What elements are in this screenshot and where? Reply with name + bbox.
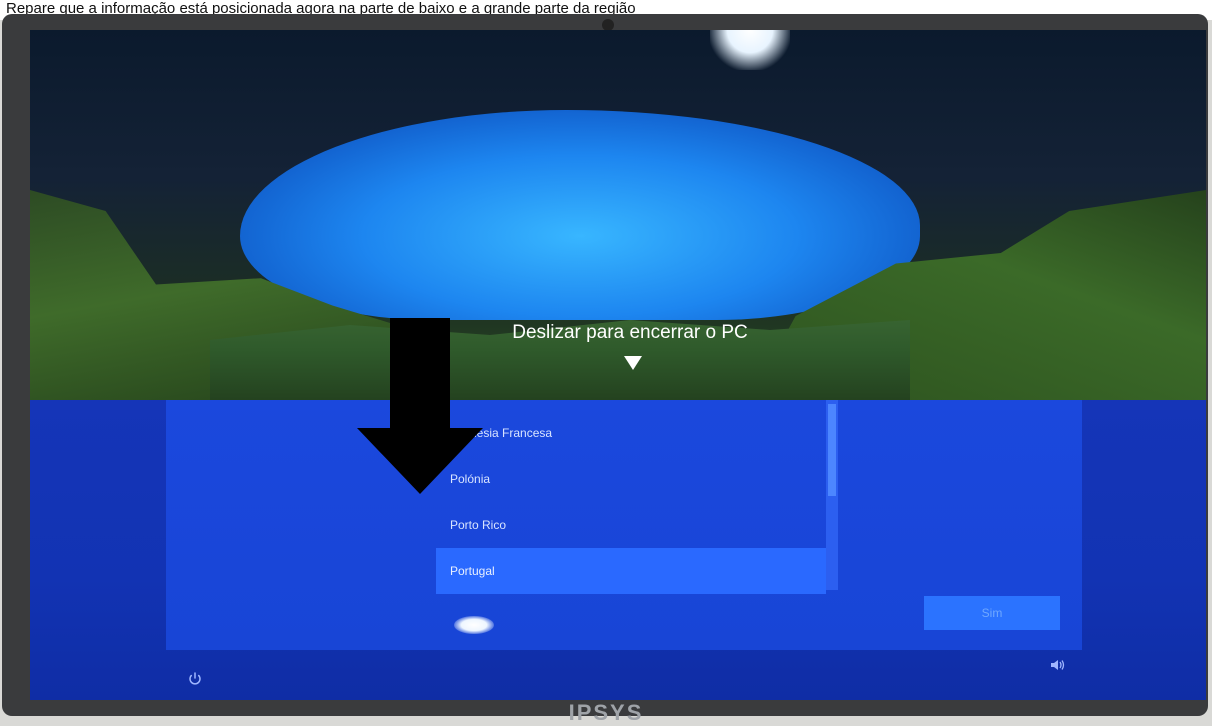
list-item[interactable]: Porto Rico [436,502,826,548]
slide-to-shutdown-text[interactable]: Deslizar para encerrar o PC [500,322,760,344]
power-icon[interactable] [188,672,202,686]
volume-icon[interactable] [1050,658,1066,672]
lock-screen-wallpaper: Deslizar para encerrar o PC [30,30,1206,400]
screen-glare [454,616,494,634]
region-list-scrollbar[interactable] [826,400,838,590]
region-list[interactable]: Polinésia Francesa Polónia Porto Rico Po… [436,400,826,594]
list-item[interactable]: Polinésia Francesa [436,410,826,456]
wallpaper-sky [240,110,920,320]
oobe-region-screen: Polinésia Francesa Polónia Porto Rico Po… [30,400,1206,700]
slide-down-arrow-icon[interactable] [624,356,642,370]
wallpaper-sunlight [710,30,790,70]
list-item-selected[interactable]: Portugal [436,548,826,594]
monitor-brand: IPSYS [568,700,644,725]
region-panel: Polinésia Francesa Polónia Porto Rico Po… [166,400,1082,650]
list-item[interactable]: Polónia [436,456,826,502]
down-arrow-icon [357,318,483,494]
scrollbar-thumb[interactable] [828,404,836,496]
screen: Deslizar para encerrar o PC Polinésia Fr… [30,30,1206,700]
yes-button[interactable]: Sim [924,596,1060,630]
